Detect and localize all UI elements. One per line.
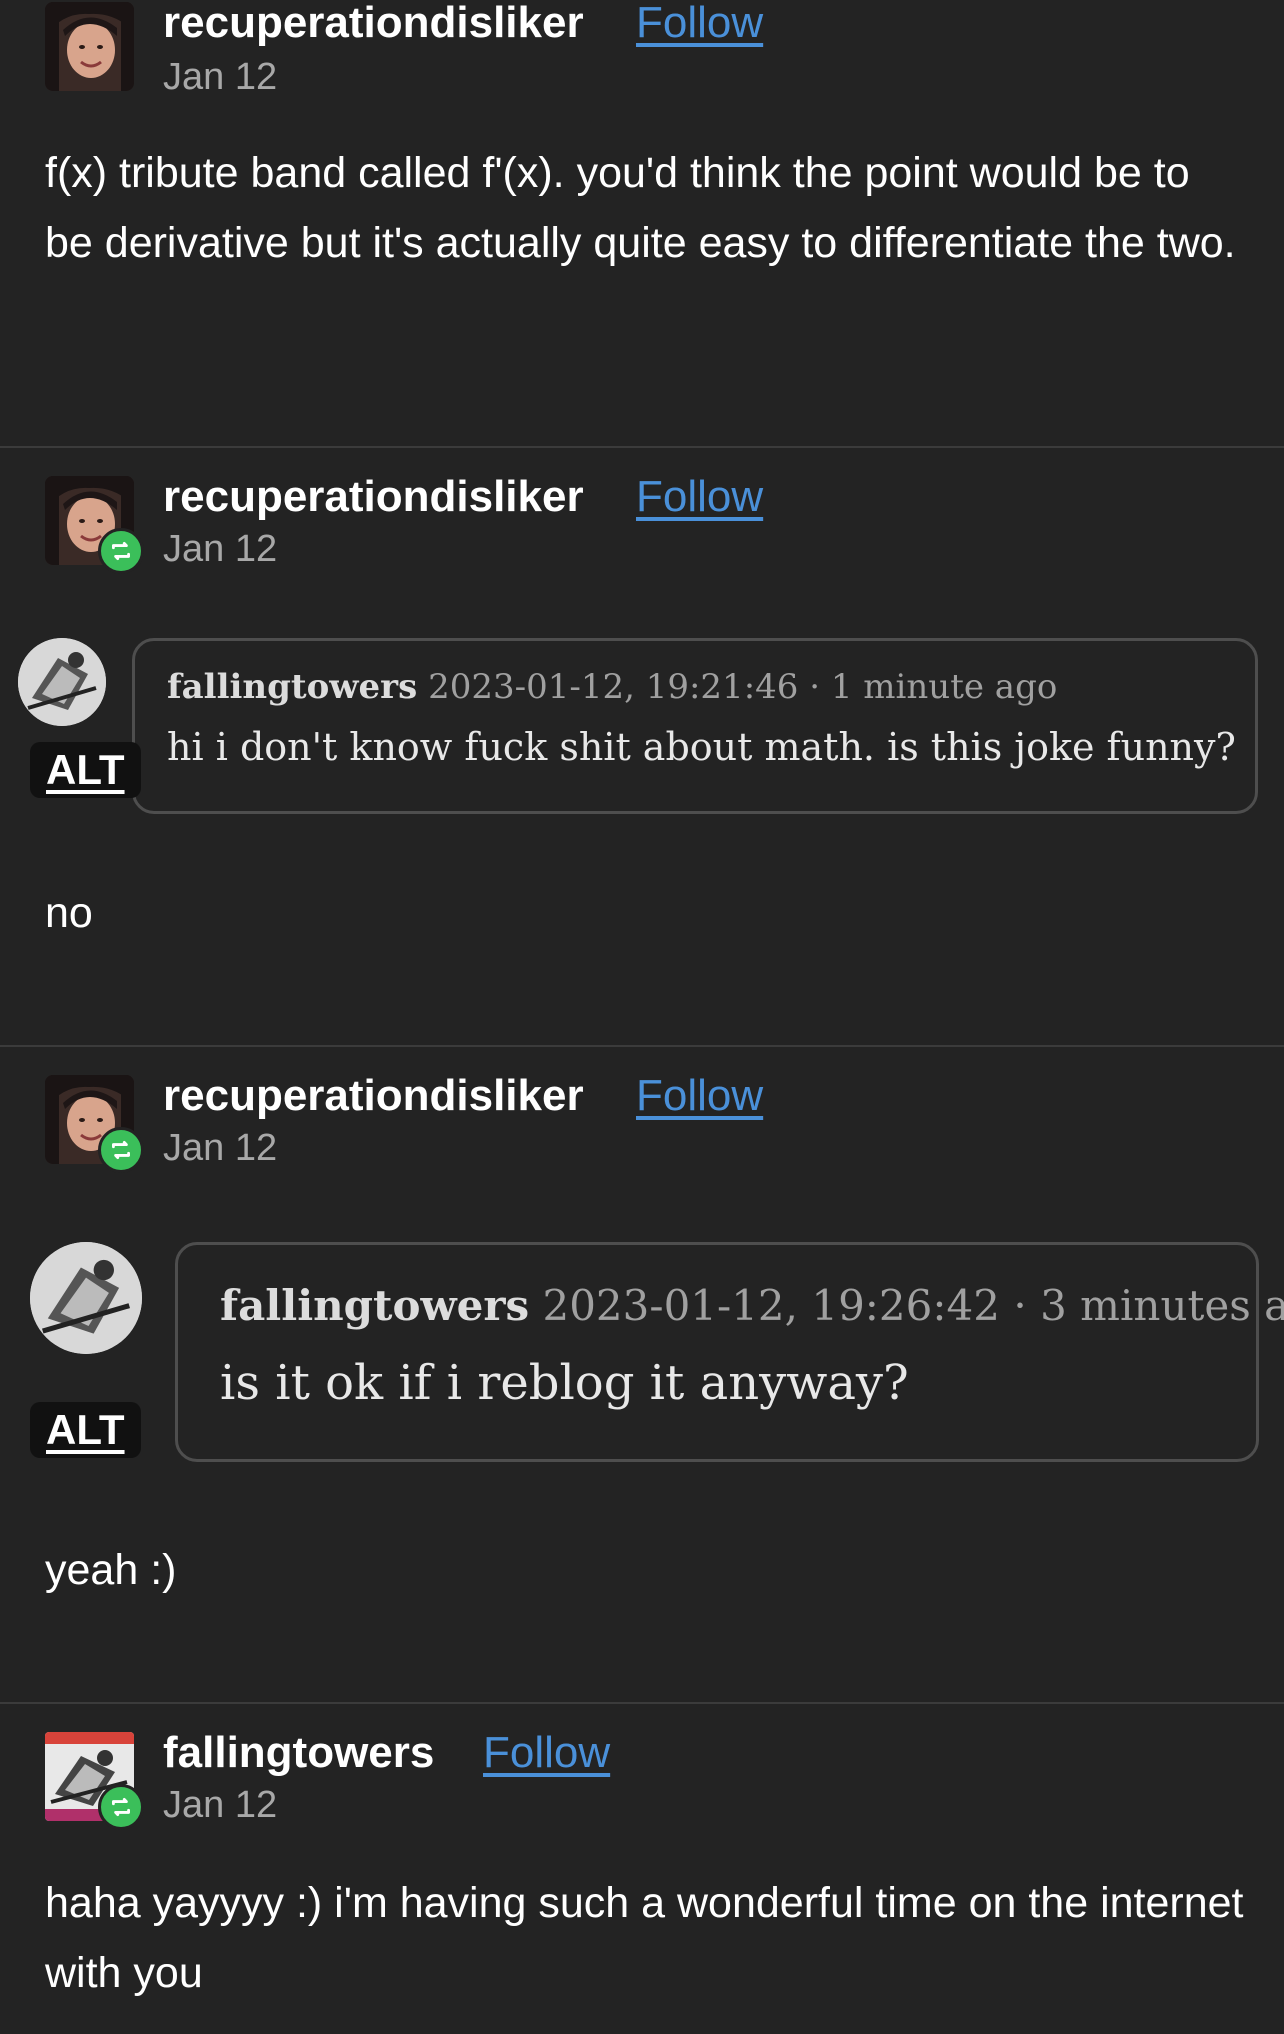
- message-author: fallingtowers: [220, 1281, 530, 1330]
- reblog-badge: [98, 1127, 144, 1173]
- reblog-icon: [112, 542, 130, 560]
- avatar[interactable]: [45, 2, 134, 91]
- username[interactable]: recuperationdisliker: [163, 0, 584, 48]
- message-meta: fallingtowers 2023-01-12, 19:26:42 · 3 m…: [220, 1281, 1284, 1330]
- screenshot-image[interactable]: fallingtowers 2023-01-12, 19:21:46 · 1 m…: [0, 638, 1284, 818]
- reblog-icon: [112, 1141, 130, 1159]
- follow-button[interactable]: Follow: [636, 0, 763, 48]
- post-date[interactable]: Jan 12: [163, 1127, 277, 1170]
- post-date[interactable]: Jan 12: [163, 1784, 277, 1827]
- username[interactable]: fallingtowers: [163, 1728, 434, 1778]
- post-text: yeah :): [45, 1546, 177, 1594]
- message-author: fallingtowers: [167, 667, 418, 707]
- message-text: hi i don't know fuck shit about math. is…: [167, 725, 1236, 769]
- follow-button[interactable]: Follow: [483, 1728, 610, 1778]
- message-bubble: fallingtowers 2023-01-12, 19:21:46 · 1 m…: [132, 638, 1258, 814]
- avatar-drawing-icon: [18, 638, 106, 726]
- reblog-badge: [98, 528, 144, 574]
- post-3: recuperationdisliker Follow Jan 12 falli…: [0, 1047, 1284, 1701]
- message-relative-time: 1 minute ago: [830, 667, 1058, 707]
- message-timestamp: 2023-01-12, 19:21:46: [428, 667, 799, 707]
- avatar-drawing-icon: [30, 1242, 142, 1354]
- message-timestamp: 2023-01-12, 19:26:42: [542, 1281, 1000, 1330]
- post-text: f(x) tribute band called f'(x). you'd th…: [45, 149, 1236, 267]
- message-relative-time: 3 minutes ago: [1040, 1281, 1284, 1330]
- follow-button[interactable]: Follow: [636, 472, 763, 522]
- meta-separator: ·: [809, 667, 821, 707]
- post-1: recuperationdisliker Follow Jan 12 f(x) …: [0, 0, 1284, 446]
- reblog-badge: [98, 1784, 144, 1830]
- meta-separator: ·: [1013, 1281, 1027, 1330]
- message-text: is it ok if i reblog it anyway?: [220, 1355, 909, 1411]
- screenshot-avatar: [18, 638, 106, 726]
- message-bubble: fallingtowers 2023-01-12, 19:26:42 · 3 m…: [175, 1242, 1284, 1462]
- post-text: haha yayyyy :) i'm having such a wonderf…: [45, 1879, 1268, 1997]
- reblog-icon: [112, 1798, 130, 1816]
- username[interactable]: recuperationdisliker: [163, 1071, 584, 1121]
- alt-text-button[interactable]: ALT: [30, 742, 141, 798]
- follow-button[interactable]: Follow: [636, 1071, 763, 1121]
- avatar-photo-icon: [45, 2, 134, 91]
- post-date[interactable]: Jan 12: [163, 528, 277, 571]
- post-4: fallingtowers Follow Jan 12 haha yayyyy …: [0, 1704, 1284, 2034]
- message-meta: fallingtowers 2023-01-12, 19:21:46 · 1 m…: [167, 667, 1057, 707]
- post-2: recuperationdisliker Follow Jan 12 falli…: [0, 448, 1284, 1044]
- alt-text-button[interactable]: ALT: [30, 1402, 141, 1458]
- screenshot-image[interactable]: fallingtowers 2023-01-12, 19:26:42 · 3 m…: [0, 1242, 1284, 1482]
- post-date[interactable]: Jan 12: [163, 56, 277, 99]
- username[interactable]: recuperationdisliker: [163, 472, 584, 522]
- post-text: no: [45, 889, 93, 937]
- screenshot-avatar: [30, 1242, 142, 1354]
